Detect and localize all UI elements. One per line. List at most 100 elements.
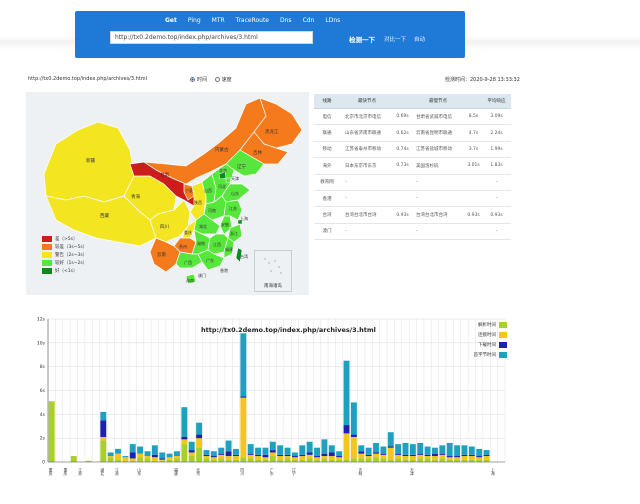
auto-link[interactable]: 自动	[414, 35, 425, 43]
bar-segment[interactable]	[277, 454, 284, 457]
bar-segment[interactable]	[255, 459, 262, 462]
bar-segment[interactable]	[314, 447, 320, 457]
bar-segment[interactable]	[350, 434, 357, 437]
bar-segment[interactable]	[314, 457, 320, 460]
bar-segment[interactable]	[461, 454, 468, 457]
bar-segment[interactable]	[299, 454, 306, 457]
bar-segment[interactable]	[100, 440, 107, 462]
bar-segment[interactable]	[262, 447, 269, 455]
bar-segment[interactable]	[225, 451, 232, 457]
bar-segment[interactable]	[247, 444, 254, 454]
bar-segment[interactable]	[468, 456, 475, 460]
bar-segment[interactable]	[218, 447, 225, 454]
bar-segment[interactable]	[137, 457, 144, 462]
bar-segment[interactable]	[321, 456, 328, 459]
bar-segment[interactable]	[181, 407, 188, 437]
bar-segment[interactable]	[247, 458, 254, 462]
tab-cdn[interactable]: Cdn	[303, 17, 315, 25]
bar-segment[interactable]	[115, 459, 121, 462]
bar-segment[interactable]	[439, 458, 446, 462]
bar-segment[interactable]	[461, 459, 468, 462]
bar-segment[interactable]	[395, 454, 402, 459]
bar-segment[interactable]	[262, 454, 269, 458]
bar-segment[interactable]	[159, 458, 166, 460]
bar-segment[interactable]	[409, 454, 416, 457]
bar-segment[interactable]	[328, 452, 335, 457]
bar-segment[interactable]	[115, 453, 121, 460]
bar-segment[interactable]	[210, 451, 217, 457]
bar-segment[interactable]	[233, 459, 239, 462]
bar-segment[interactable]	[225, 440, 232, 452]
bar-segment[interactable]	[218, 458, 225, 462]
bar-segment[interactable]	[262, 457, 269, 460]
bar-segment[interactable]	[365, 456, 372, 459]
bar-segment[interactable]	[402, 442, 409, 455]
bar-segment[interactable]	[284, 454, 291, 457]
bar-segment[interactable]	[402, 454, 409, 457]
bar-segment[interactable]	[380, 453, 387, 455]
bar-segment[interactable]	[137, 446, 144, 454]
bar-segment[interactable]	[483, 450, 490, 455]
bar-segment[interactable]	[468, 454, 475, 457]
tab-ping[interactable]: Ping	[188, 17, 201, 25]
bar-segment[interactable]	[129, 444, 136, 453]
bar-segment[interactable]	[144, 456, 151, 459]
bar-segment[interactable]	[166, 457, 173, 460]
bar-segment[interactable]	[284, 456, 291, 459]
bar-segment[interactable]	[439, 454, 446, 459]
bar-segment[interactable]	[107, 456, 114, 458]
bar-segment[interactable]	[402, 456, 409, 460]
bar-segment[interactable]	[151, 445, 158, 455]
bar-segment[interactable]	[336, 451, 343, 457]
bar-segment[interactable]	[461, 456, 468, 460]
bar-segment[interactable]	[188, 441, 195, 451]
bar-segment[interactable]	[144, 458, 151, 462]
bar-segment[interactable]	[306, 454, 313, 459]
bar-segment[interactable]	[336, 456, 343, 458]
bar-segment[interactable]	[291, 457, 298, 460]
bar-segment[interactable]	[343, 425, 350, 434]
bar-segment[interactable]	[196, 434, 203, 439]
bar-segment[interactable]	[181, 436, 188, 440]
bar-segment[interactable]	[196, 447, 203, 462]
bar-segment[interactable]	[122, 457, 129, 461]
bar-segment[interactable]	[240, 333, 247, 397]
bar-segment[interactable]	[328, 445, 335, 453]
bar-segment[interactable]	[461, 445, 468, 455]
bar-segment[interactable]	[188, 452, 195, 457]
bar-segment[interactable]	[468, 446, 475, 455]
bar-segment[interactable]	[291, 452, 298, 457]
bar-segment[interactable]	[373, 457, 379, 462]
bar-segment[interactable]	[387, 459, 394, 462]
bar-segment[interactable]	[350, 402, 357, 435]
bar-segment[interactable]	[343, 433, 350, 460]
bar-segment[interactable]	[446, 457, 453, 460]
tab-traceroute[interactable]: TraceRoute	[236, 17, 269, 25]
bar-segment[interactable]	[365, 454, 372, 457]
bar-segment[interactable]	[137, 453, 144, 458]
bar-segment[interactable]	[70, 456, 77, 462]
url-input[interactable]	[110, 31, 313, 44]
bar-segment[interactable]	[100, 436, 107, 441]
bar-segment[interactable]	[373, 453, 379, 458]
bar-segment[interactable]	[306, 452, 313, 455]
bar-segment[interactable]	[432, 453, 438, 457]
tab-mtr[interactable]: MTR	[212, 17, 225, 25]
bar-segment[interactable]	[188, 450, 195, 453]
bar-segment[interactable]	[299, 445, 306, 455]
bar-segment[interactable]	[107, 452, 114, 457]
check-button[interactable]: 检测一下	[349, 34, 375, 44]
bar-segment[interactable]	[439, 445, 446, 454]
bar-segment[interactable]	[174, 458, 180, 462]
bar-segment[interactable]	[151, 454, 158, 458]
bar-segment[interactable]	[233, 448, 239, 455]
bar-segment[interactable]	[269, 456, 276, 462]
bar-segment[interactable]	[454, 457, 461, 460]
bar-segment[interactable]	[358, 451, 365, 454]
bar-segment[interactable]	[218, 453, 225, 455]
bar-segment[interactable]	[48, 401, 55, 462]
bar-segment[interactable]	[196, 438, 203, 448]
bar-segment[interactable]	[277, 456, 284, 460]
bar-segment[interactable]	[380, 454, 387, 459]
bar-segment[interactable]	[350, 458, 357, 462]
